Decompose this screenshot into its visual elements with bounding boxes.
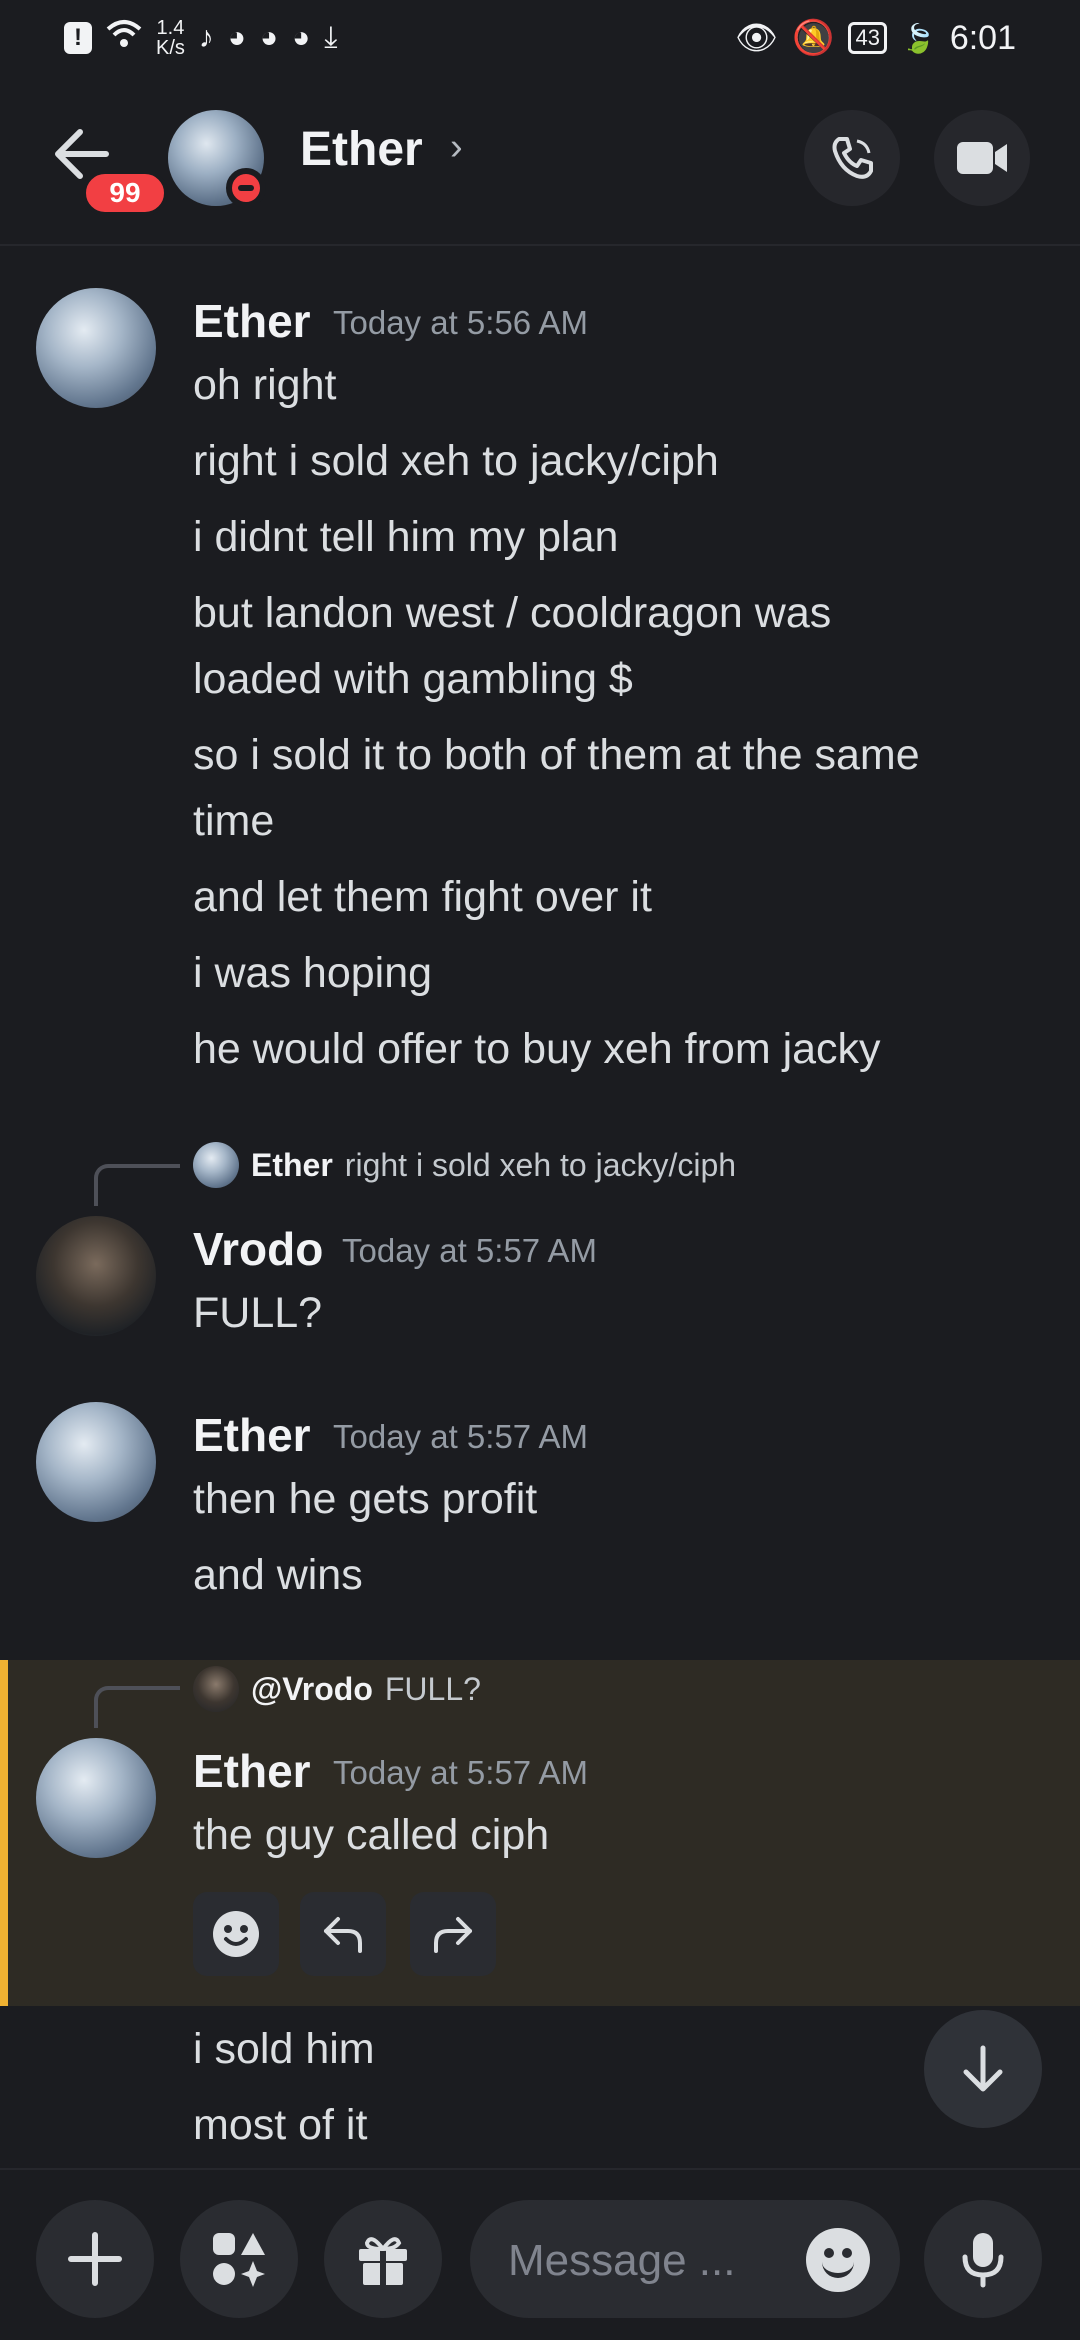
message-text: but landon west / cooldragon was bbox=[193, 589, 832, 637]
emoji-icon bbox=[213, 1911, 259, 1957]
call-button[interactable] bbox=[804, 110, 900, 206]
discord-icon: ◕ bbox=[227, 21, 247, 54]
message-text: FULL? bbox=[193, 1289, 323, 1337]
status-left: ! 1.4 K/s ♪ ◕ ◕ ◕ ⤓ bbox=[64, 18, 338, 58]
message-text: i sold him bbox=[193, 2025, 375, 2073]
plus-icon bbox=[68, 2232, 122, 2286]
download-icon: ⤓ bbox=[324, 21, 338, 54]
alert-icon: ! bbox=[64, 22, 92, 54]
tiktok-icon: ♪ bbox=[198, 21, 214, 54]
voice-message-button[interactable] bbox=[924, 2200, 1042, 2318]
net-speed-value: 1.4 bbox=[156, 17, 185, 39]
reply-preview[interactable]: Ether right i sold xeh to jacky/ciph bbox=[193, 1142, 736, 1188]
unread-badge: 99 bbox=[82, 170, 168, 216]
message-text: loaded with gambling $ bbox=[193, 655, 633, 703]
leaf-icon: 🍃 bbox=[900, 22, 936, 54]
status-bar: ! 1.4 K/s ♪ ◕ ◕ ◕ ⤓ 👁 🔕 43 🍃 6:01 bbox=[0, 0, 1080, 76]
apps-icon bbox=[213, 2233, 265, 2287]
add-reaction-button[interactable] bbox=[193, 1892, 279, 1976]
wifi-icon bbox=[106, 19, 142, 57]
message-author[interactable]: Vrodo bbox=[193, 1222, 323, 1276]
chat-header: 99 Ether › bbox=[0, 96, 1080, 246]
reply-author: Ether bbox=[251, 1146, 333, 1183]
chevron-right-icon[interactable]: › bbox=[450, 126, 463, 169]
arrow-down-icon bbox=[963, 2045, 1003, 2092]
avatar[interactable] bbox=[36, 1402, 156, 1522]
message-text: most of it bbox=[193, 2101, 368, 2149]
message-author[interactable]: Ether bbox=[193, 294, 311, 348]
message-composer: Message ... bbox=[0, 2168, 1080, 2340]
avatar bbox=[193, 1666, 239, 1712]
message-text: oh right bbox=[193, 361, 337, 409]
video-call-button[interactable] bbox=[934, 110, 1030, 206]
message-text: i didnt tell him my plan bbox=[193, 513, 619, 561]
reply-button[interactable] bbox=[300, 1892, 386, 1976]
gift-button[interactable] bbox=[324, 2200, 442, 2318]
dnd-status-icon bbox=[226, 168, 266, 208]
emoji-icon[interactable] bbox=[806, 2228, 870, 2292]
reply-preview[interactable]: @Vrodo FULL? bbox=[193, 1666, 481, 1712]
message-author[interactable]: Ether bbox=[193, 1744, 311, 1798]
message-text: and wins bbox=[193, 1551, 363, 1599]
avatar[interactable] bbox=[36, 1216, 156, 1336]
gift-icon bbox=[359, 2237, 407, 2285]
message-timestamp: Today at 5:57 AM bbox=[333, 1418, 588, 1455]
apps-button[interactable] bbox=[180, 2200, 298, 2318]
message-author[interactable]: Ether bbox=[193, 1408, 311, 1462]
clock: 6:01 bbox=[949, 18, 1016, 57]
forward-button[interactable] bbox=[410, 1892, 496, 1976]
message-text: he would offer to buy xeh from jacky bbox=[193, 1025, 881, 1073]
avatar bbox=[193, 1142, 239, 1188]
message-text: time bbox=[193, 797, 275, 845]
message-input[interactable]: Message ... bbox=[470, 2200, 900, 2318]
message-text: and let them fight over it bbox=[193, 873, 652, 921]
net-speed: 1.4 K/s bbox=[156, 18, 185, 58]
eye-icon: 👁 bbox=[734, 19, 779, 57]
discord-icon: ◕ bbox=[292, 21, 311, 54]
avatar[interactable] bbox=[36, 1738, 156, 1858]
message-timestamp: Today at 5:56 AM bbox=[333, 304, 588, 341]
bell-muted-icon: 🔕 bbox=[792, 19, 835, 57]
reply-connector bbox=[94, 1164, 180, 1206]
avatar[interactable] bbox=[36, 288, 156, 408]
reply-icon bbox=[324, 1917, 362, 1953]
net-speed-unit: K/s bbox=[156, 37, 185, 59]
reply-author: @Vrodo bbox=[251, 1670, 373, 1707]
message-text: so i sold it to both of them at the same bbox=[193, 731, 920, 779]
status-right: 👁 🔕 43 🍃 6:01 bbox=[735, 18, 1016, 58]
message-text: then he gets profit bbox=[193, 1475, 538, 1523]
attach-button[interactable] bbox=[36, 2200, 154, 2318]
discord-icon: ◕ bbox=[260, 21, 279, 54]
reply-text: FULL? bbox=[384, 1670, 481, 1707]
message-timestamp: Today at 5:57 AM bbox=[342, 1232, 597, 1269]
battery-icon: 43 bbox=[848, 22, 887, 54]
message-input-placeholder: Message ... bbox=[508, 2236, 736, 2285]
message-timestamp: Today at 5:57 AM bbox=[333, 1754, 588, 1791]
message-text: right i sold xeh to jacky/ciph bbox=[193, 437, 719, 485]
video-camera-icon bbox=[957, 142, 1007, 174]
message-text: i was hoping bbox=[193, 949, 433, 997]
jump-to-bottom-button[interactable] bbox=[924, 2010, 1042, 2128]
phone-icon bbox=[832, 137, 873, 179]
forward-icon bbox=[434, 1917, 472, 1953]
message-text: the guy called ciph bbox=[193, 1811, 550, 1859]
page-title[interactable]: Ether bbox=[300, 122, 423, 177]
reply-text: right i sold xeh to jacky/ciph bbox=[344, 1146, 737, 1183]
reply-connector bbox=[94, 1686, 180, 1728]
microphone-icon bbox=[962, 2233, 1004, 2288]
